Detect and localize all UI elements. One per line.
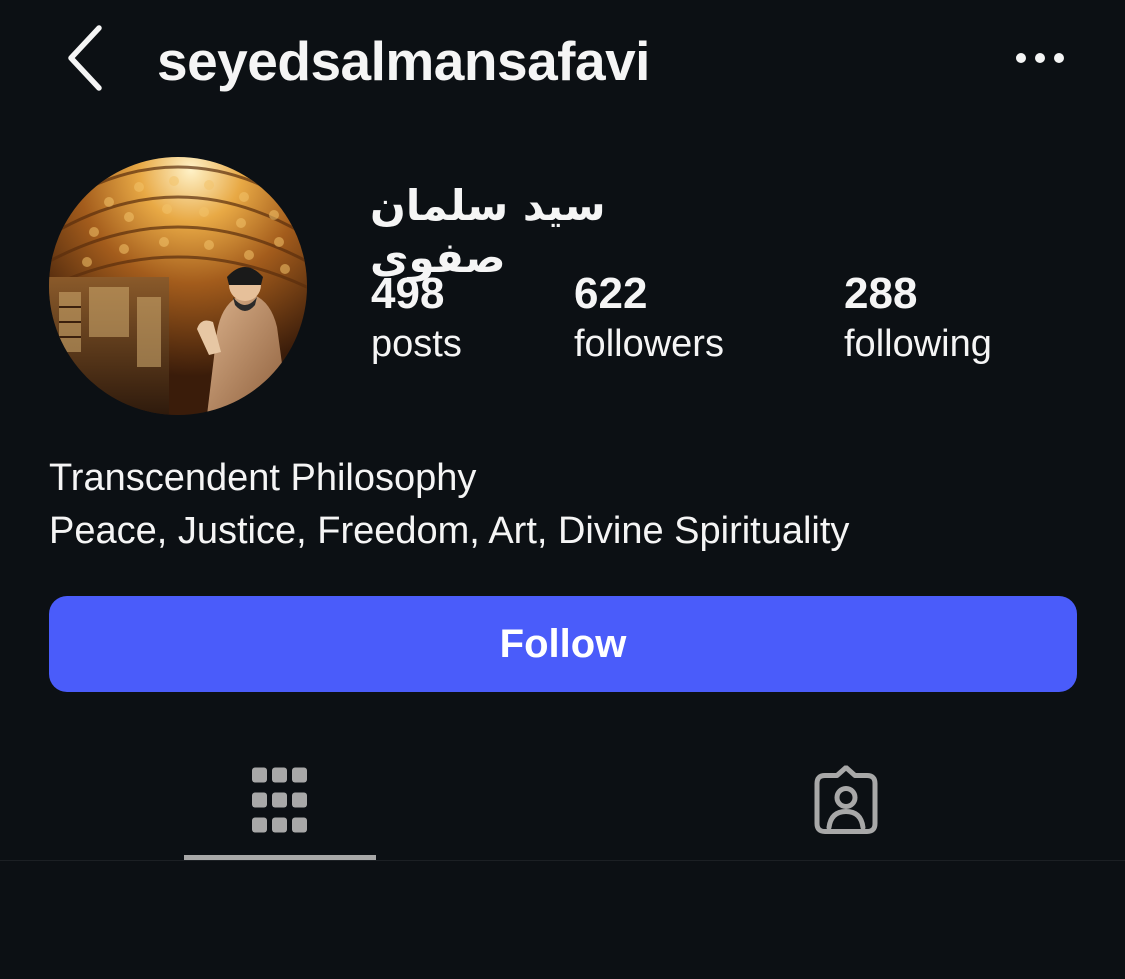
- profile-username: seyedsalmansafavi: [157, 30, 650, 92]
- follow-button[interactable]: Follow: [49, 596, 1077, 692]
- stat-followers-label: followers: [574, 323, 724, 365]
- back-button[interactable]: [50, 22, 120, 98]
- stat-following-label: following: [844, 323, 992, 365]
- stat-followers[interactable]: 622 followers: [574, 268, 724, 368]
- tagged-person-icon: [811, 764, 881, 840]
- bio-line: Peace, Justice, Freedom, Art, Divine Spi…: [49, 510, 850, 552]
- stat-following[interactable]: 288 following: [844, 268, 992, 368]
- more-horizontal-icon: [1015, 51, 1065, 70]
- profile-bio: Transcendent Philosophy Peace, Justice, …: [49, 452, 849, 558]
- tab-divider: [0, 860, 1125, 861]
- stat-posts[interactable]: 498 posts: [371, 268, 462, 368]
- grid-icon: [252, 767, 308, 838]
- stat-followers-value: 622: [574, 269, 648, 318]
- stat-following-value: 288: [844, 269, 918, 318]
- more-options-button[interactable]: [1000, 30, 1080, 90]
- tab-posts-grid[interactable]: [184, 745, 376, 860]
- bio-line: Transcendent Philosophy: [49, 457, 477, 499]
- tab-tagged[interactable]: [750, 745, 942, 860]
- stat-posts-value: 498: [371, 269, 445, 318]
- avatar[interactable]: [49, 157, 307, 415]
- stat-posts-label: posts: [371, 323, 462, 365]
- chevron-left-icon: [65, 24, 105, 97]
